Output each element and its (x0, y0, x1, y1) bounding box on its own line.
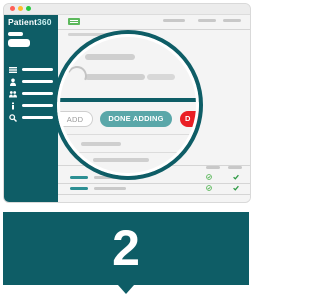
step-banner: 2 (3, 212, 249, 285)
sidebar-item-user[interactable] (9, 78, 53, 86)
table-row-name[interactable] (70, 187, 88, 190)
sidebar-item-label (22, 92, 53, 95)
logo-number: 360 (37, 17, 52, 27)
sidebar-item-list[interactable] (9, 66, 53, 74)
sidebar-item-users[interactable] (9, 90, 53, 98)
sidebar-item-label (22, 80, 53, 83)
info-icon (12, 102, 14, 110)
text-placeholder (147, 74, 175, 80)
minimize-window-dot[interactable] (18, 6, 23, 11)
red-action-button[interactable]: D (180, 111, 199, 127)
app-logo: Patient360 (8, 17, 52, 27)
done-adding-button[interactable]: DONE ADDING (100, 111, 172, 127)
table-row-name[interactable] (70, 176, 88, 179)
close-window-dot[interactable] (10, 6, 15, 11)
user-role-badge[interactable] (8, 39, 30, 47)
status-check-circle-icon (206, 174, 212, 180)
header-placeholder (163, 19, 185, 22)
window-titlebar (4, 4, 250, 15)
divider (58, 183, 250, 184)
add-button[interactable]: ADD (57, 111, 93, 127)
divider (58, 194, 250, 195)
text-placeholder (85, 54, 135, 60)
step-number: 2 (112, 220, 140, 276)
status-check-circle-icon (206, 185, 212, 191)
users-icon (9, 91, 17, 98)
banner-pointer (118, 285, 134, 294)
divider (58, 29, 250, 30)
sidebar-item-label (22, 68, 53, 71)
user-icon (10, 78, 16, 86)
text-placeholder (81, 142, 121, 146)
menu-grid-icon[interactable] (68, 18, 80, 25)
magnifier-lens: ADD DONE ADDING D (53, 30, 203, 180)
text-placeholder (93, 158, 149, 162)
header-placeholder (223, 19, 241, 22)
text-placeholder (85, 74, 145, 80)
sidebar-item-info[interactable] (9, 102, 53, 110)
header-placeholder (198, 19, 216, 22)
sidebar-item-search[interactable] (9, 114, 53, 122)
divider (67, 134, 197, 135)
sidebar: Patient360 (4, 15, 58, 202)
table-row-detail (94, 187, 126, 190)
app-screenshot: Patient360 ADD DONE ADDING D (3, 3, 251, 203)
column-header-placeholder (228, 166, 242, 169)
magnified-curve (64, 63, 90, 89)
sidebar-item-label (22, 104, 53, 107)
section-divider (57, 98, 199, 102)
checkmark-icon (233, 174, 239, 180)
user-name-placeholder (8, 32, 23, 36)
maximize-window-dot[interactable] (26, 6, 31, 11)
list-icon (9, 67, 17, 73)
column-header-placeholder (206, 166, 220, 169)
sidebar-item-label (22, 116, 53, 119)
search-icon (9, 114, 17, 122)
checkmark-icon (233, 185, 239, 191)
divider (67, 152, 197, 153)
logo-text: Patient (8, 17, 38, 27)
